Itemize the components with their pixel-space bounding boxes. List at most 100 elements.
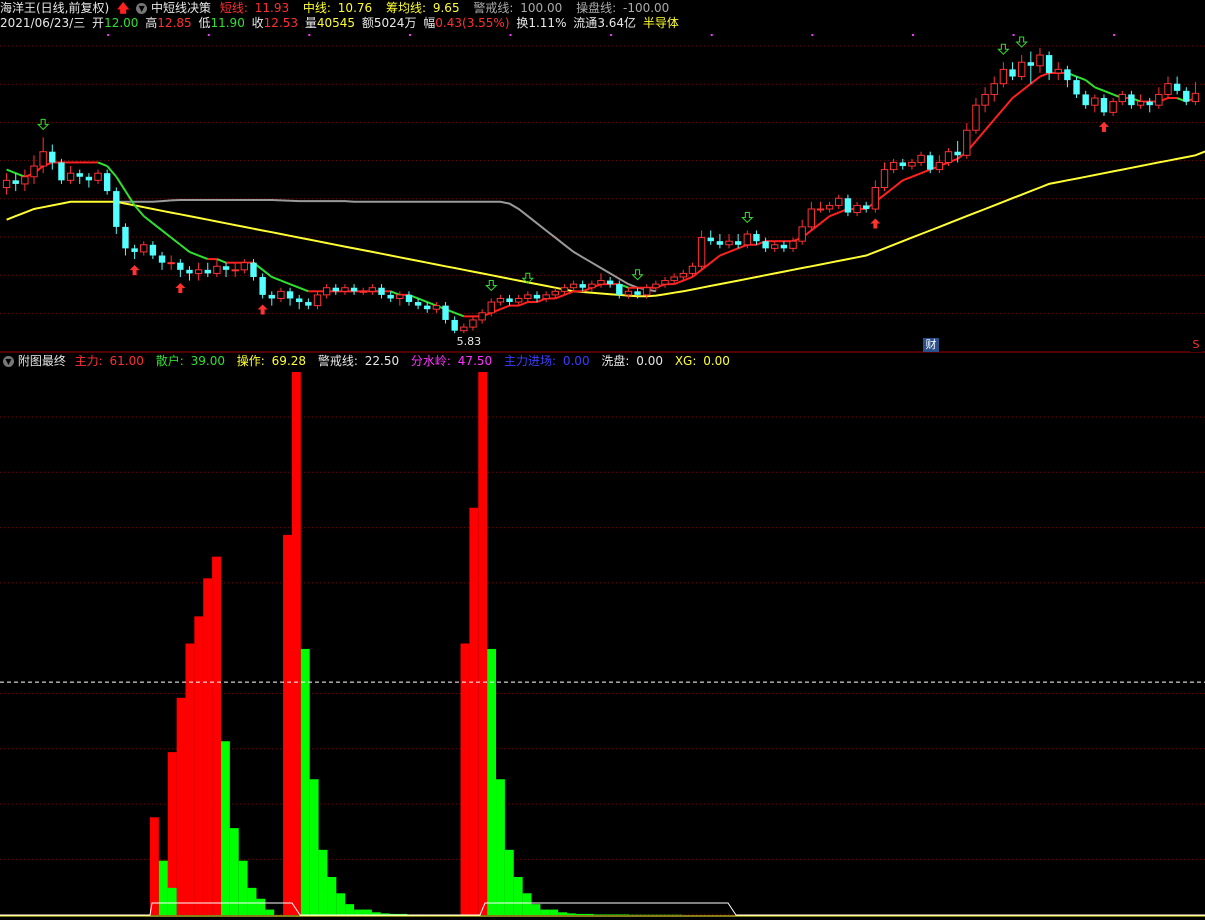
decision-line-segment xyxy=(673,279,684,286)
indicator-bar xyxy=(300,648,310,915)
indicator-bar xyxy=(203,578,213,915)
buy-arrow-icon xyxy=(257,304,268,315)
indicator-bar xyxy=(158,860,168,915)
indicator-bar xyxy=(291,372,301,915)
decision-line-segment xyxy=(198,254,209,261)
indicator-bar xyxy=(283,534,292,915)
candle-body xyxy=(688,265,697,274)
candle-body xyxy=(816,208,825,211)
indicator-bar xyxy=(362,909,372,915)
candle-body xyxy=(350,287,358,292)
decision-line-segment xyxy=(1076,75,1087,82)
marker-dot xyxy=(710,34,713,36)
decision-line-segment xyxy=(582,286,593,293)
candle-body xyxy=(771,244,779,249)
decision-line-segment xyxy=(216,258,227,264)
indicator-bar xyxy=(522,893,532,915)
candle-body xyxy=(222,266,230,270)
decision-line-segment xyxy=(417,297,428,303)
candle-body xyxy=(478,312,486,321)
cai-badge[interactable]: 财 xyxy=(923,338,939,352)
candle-body xyxy=(66,172,75,181)
candle-body xyxy=(524,294,532,299)
decision-line-segment xyxy=(115,176,127,192)
decision-line-segment xyxy=(390,290,401,296)
candle-body xyxy=(844,198,852,213)
candle-body xyxy=(825,204,834,210)
decision-line-segment xyxy=(179,243,191,253)
decision-line-segment xyxy=(1085,79,1096,89)
candle-body xyxy=(487,301,495,314)
indicator-bar xyxy=(309,779,319,915)
decision-line-segment xyxy=(271,276,282,282)
candle-body xyxy=(469,319,477,328)
candle-body xyxy=(277,290,285,299)
candle-body xyxy=(616,284,623,295)
decision-line-segment xyxy=(737,243,748,250)
decision-line-segment xyxy=(719,251,730,257)
marker-dot xyxy=(509,34,512,36)
candle-body xyxy=(1109,101,1117,113)
candle-body xyxy=(296,298,303,303)
candle-body xyxy=(58,162,65,181)
candle-body xyxy=(1073,80,1080,95)
candle-body xyxy=(378,287,385,295)
candle-body xyxy=(149,244,157,256)
sell-arrow-icon xyxy=(485,279,498,292)
marker-dot xyxy=(308,34,311,36)
decision-line-segment xyxy=(564,290,574,296)
sell-arrow-icon xyxy=(997,43,1010,55)
candle-body xyxy=(1064,69,1071,81)
candle-body xyxy=(743,233,752,246)
candle-body xyxy=(853,204,861,214)
candle-body xyxy=(85,176,93,181)
candle-body xyxy=(606,280,614,285)
candle-body xyxy=(1045,55,1053,73)
candle-body xyxy=(1027,62,1035,66)
indicator-bar xyxy=(185,643,195,915)
candle-body xyxy=(194,269,203,274)
stock-chart[interactable]: 5.83 xyxy=(0,0,1205,920)
candle-body xyxy=(634,291,641,295)
buy-arrow-icon xyxy=(1098,121,1109,132)
decision-line-segment xyxy=(984,118,995,131)
decision-line-segment xyxy=(710,254,721,264)
decision-line-segment xyxy=(819,215,831,225)
decision-line-segment xyxy=(728,247,739,253)
indicator-bar xyxy=(487,648,497,915)
indicator-bar xyxy=(575,913,585,915)
marker-dot xyxy=(610,34,613,36)
candle-body xyxy=(899,162,906,167)
candle-body xyxy=(762,241,769,249)
indicator-bar xyxy=(584,913,594,915)
candle-body xyxy=(990,83,998,95)
decision-line-segment xyxy=(143,215,154,225)
indicator-bar xyxy=(469,507,479,915)
decision-line-segment xyxy=(170,236,181,246)
decision-line-segment xyxy=(15,172,26,178)
marker-dot xyxy=(107,34,110,36)
candle-body xyxy=(597,280,605,285)
candle-body xyxy=(451,319,458,331)
candle-body xyxy=(753,234,760,242)
s-badge[interactable]: S xyxy=(1190,338,1202,352)
candle-body xyxy=(231,269,239,272)
decision-line-segment xyxy=(1103,89,1114,96)
indicator-bar xyxy=(593,914,603,915)
indicator-bar xyxy=(247,887,257,915)
candle-body xyxy=(697,237,706,267)
candle-body xyxy=(332,287,339,292)
candle-body xyxy=(268,294,275,299)
decision-line-segment xyxy=(518,301,529,307)
candle-body xyxy=(12,180,19,184)
indicator-bar xyxy=(460,643,470,915)
marker-dot xyxy=(207,34,210,36)
indicator-bar xyxy=(531,904,541,915)
candle-body xyxy=(652,283,660,289)
candle-body xyxy=(1191,92,1200,103)
candle-body xyxy=(1017,61,1026,78)
indicator-bar xyxy=(602,914,612,915)
decision-line-segment xyxy=(6,168,17,175)
candle-body xyxy=(981,93,989,106)
decision-line-segment xyxy=(920,168,931,175)
